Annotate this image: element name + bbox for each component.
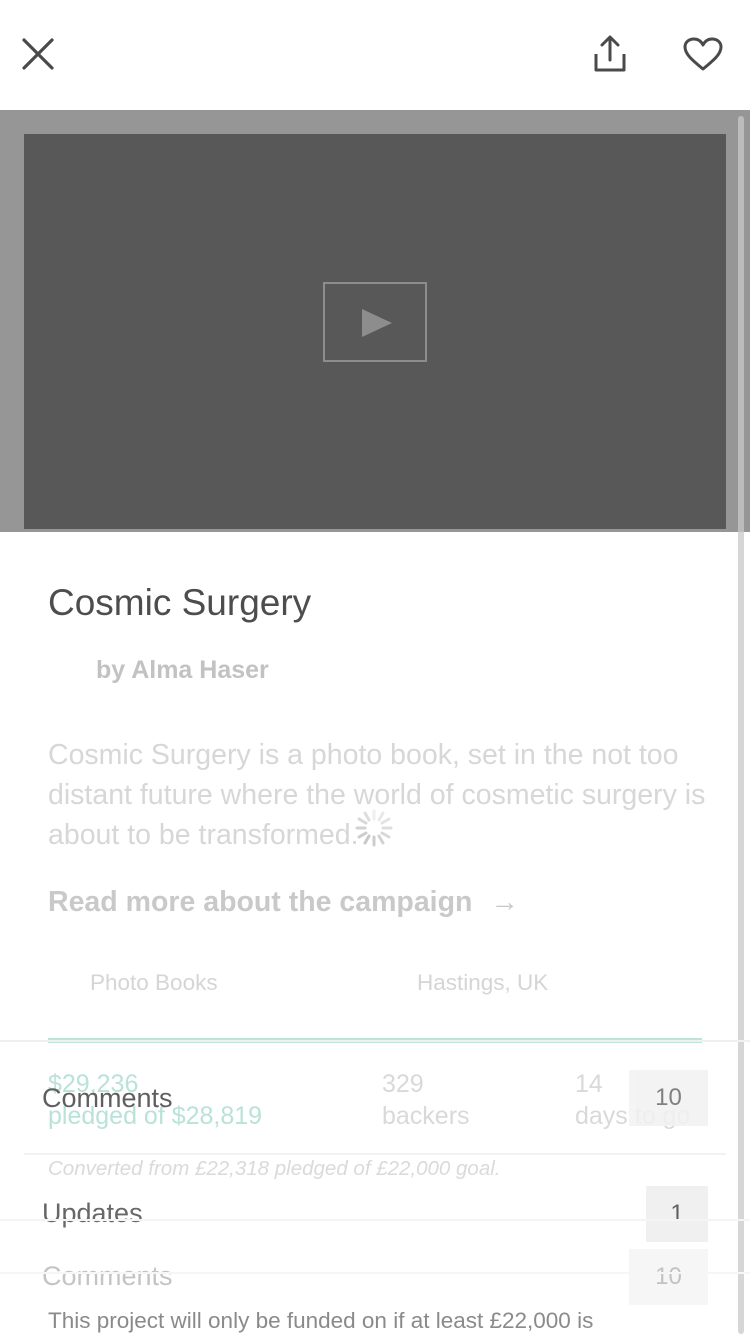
funding-note: This project will only be funded on if a… — [48, 1308, 594, 1333]
loading-spinner-icon — [354, 808, 394, 848]
backers-count: 329 — [382, 1070, 424, 1098]
converted-note: Converted from £22,318 pledged of £22,00… — [48, 1157, 501, 1180]
divider — [0, 1040, 750, 1042]
creator-byline[interactable]: by Alma Haser — [96, 656, 269, 685]
location-link[interactable]: Hastings, UK — [417, 970, 548, 996]
comments-overlay-label[interactable]: Comments — [42, 1083, 173, 1114]
read-more-link[interactable]: Read more about the campaign → — [48, 886, 519, 919]
backers-label: backers — [382, 1102, 470, 1130]
updates-row-label[interactable]: Updates — [42, 1198, 143, 1229]
scrollbar[interactable] — [738, 116, 744, 1334]
divider — [0, 1272, 750, 1274]
play-button[interactable] — [323, 282, 427, 362]
comments-count-badge: 10 — [629, 1249, 708, 1305]
comments-overlay-count: 10 — [629, 1070, 708, 1126]
updates-count-badge: 1 — [646, 1186, 708, 1242]
top-bar — [0, 0, 750, 110]
divider — [0, 1219, 750, 1221]
project-title: Cosmic Surgery — [48, 582, 312, 623]
category-link[interactable]: Photo Books — [90, 970, 218, 996]
heart-icon[interactable] — [682, 36, 724, 72]
close-icon[interactable] — [20, 36, 56, 72]
read-more-label: Read more about the campaign — [48, 886, 473, 918]
play-icon — [362, 309, 392, 337]
days-count: 14 — [575, 1070, 603, 1098]
comments-row-label[interactable]: Comments — [42, 1261, 173, 1292]
divider — [24, 1153, 726, 1155]
share-icon[interactable] — [590, 34, 630, 74]
arrow-right-icon: → — [490, 886, 519, 918]
